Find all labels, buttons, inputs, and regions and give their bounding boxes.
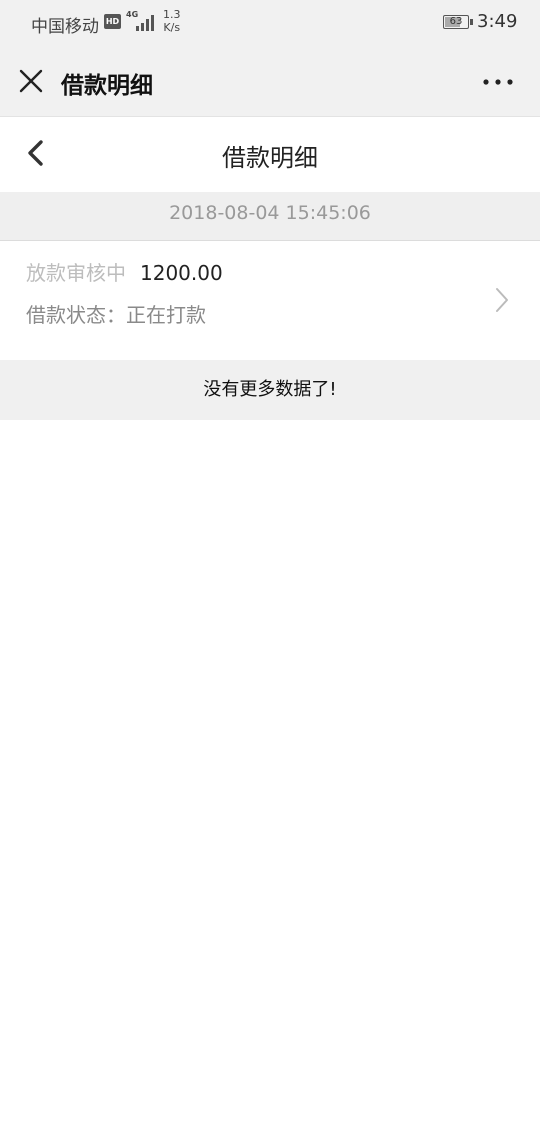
hd-badge: HD	[104, 14, 121, 29]
battery-level: 63	[449, 16, 463, 27]
signal-icon	[136, 15, 154, 31]
loan-item[interactable]: 放款审核中 1200.00 借款状态：正在打款	[0, 242, 540, 360]
speed-unit: K/s	[163, 21, 181, 34]
battery-icon: 63	[443, 15, 473, 29]
loan-summary-row: 放款审核中 1200.00	[26, 257, 223, 286]
speed-value: 1.3	[163, 8, 181, 21]
chevron-right-icon	[496, 288, 508, 312]
webview-top-bar: 借款明细	[0, 46, 540, 117]
carrier-name: 中国移动	[31, 17, 99, 37]
nav-header: 借款明细	[0, 118, 540, 192]
network-speed: 1.3 K/s	[163, 8, 181, 34]
loan-amount: 1200.00	[140, 261, 223, 285]
loan-status-label: 放款审核中	[26, 261, 126, 285]
clock: 3:49	[477, 11, 518, 32]
loan-date: 2018-08-04 15:45:06	[0, 192, 540, 241]
more-dots-icon[interactable]	[478, 68, 518, 96]
loan-state-text: 借款状态：正在打款	[26, 303, 206, 327]
status-bar: 中国移动 HD 4G 1.3 K/s 63 3:49	[0, 0, 540, 46]
page-title: 借款明细	[61, 73, 153, 99]
no-more-data-message: 没有更多数据了!	[0, 360, 540, 420]
nav-title: 借款明细	[222, 144, 318, 172]
close-icon[interactable]	[14, 64, 48, 98]
